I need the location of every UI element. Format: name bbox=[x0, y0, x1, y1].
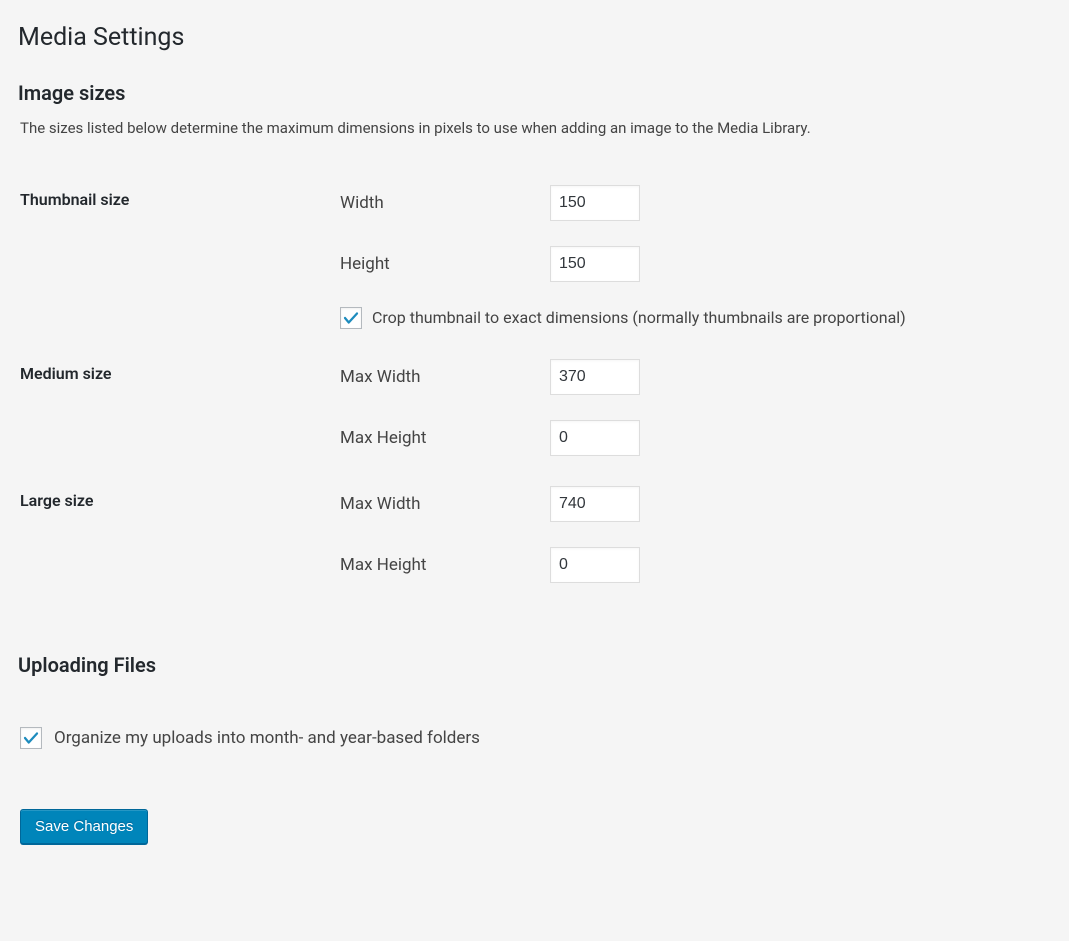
large-size-row: Large size Max Width Max Height bbox=[20, 471, 1049, 598]
thumbnail-size-row: Thumbnail size Width Height Crop bbox=[20, 170, 1049, 344]
medium-size-row-label: Medium size bbox=[20, 344, 330, 471]
medium-size-row: Medium size Max Width Max Height bbox=[20, 344, 1049, 471]
organize-uploads-checkbox[interactable] bbox=[20, 727, 42, 749]
save-button[interactable]: Save Changes bbox=[20, 809, 148, 844]
checkmark-icon bbox=[22, 729, 40, 747]
large-max-height-input[interactable] bbox=[550, 547, 640, 583]
page-title: Media Settings bbox=[18, 14, 1049, 56]
organize-uploads-label[interactable]: Organize my uploads into month- and year… bbox=[54, 728, 480, 748]
medium-max-height-label: Max Height bbox=[340, 428, 550, 448]
thumbnail-crop-checkbox[interactable] bbox=[340, 307, 362, 329]
thumbnail-size-row-label: Thumbnail size bbox=[20, 170, 330, 344]
medium-max-width-label: Max Width bbox=[340, 367, 550, 387]
thumbnail-height-input[interactable] bbox=[550, 246, 640, 282]
image-sizes-table: Thumbnail size Width Height Crop bbox=[20, 170, 1049, 598]
medium-max-width-input[interactable] bbox=[550, 359, 640, 395]
medium-max-height-input[interactable] bbox=[550, 420, 640, 456]
thumbnail-crop-label[interactable]: Crop thumbnail to exact dimensions (norm… bbox=[372, 308, 906, 327]
checkmark-icon bbox=[342, 309, 360, 327]
thumbnail-height-label: Height bbox=[340, 254, 550, 274]
thumbnail-width-input[interactable] bbox=[550, 185, 640, 221]
image-sizes-description: The sizes listed below determine the max… bbox=[20, 117, 1049, 140]
large-max-width-input[interactable] bbox=[550, 486, 640, 522]
uploading-files-heading: Uploading Files bbox=[18, 653, 1049, 677]
large-max-width-label: Max Width bbox=[340, 494, 550, 514]
large-size-row-label: Large size bbox=[20, 471, 330, 598]
large-max-height-label: Max Height bbox=[340, 555, 550, 575]
image-sizes-heading: Image sizes bbox=[18, 81, 1049, 105]
thumbnail-width-label: Width bbox=[340, 193, 550, 213]
